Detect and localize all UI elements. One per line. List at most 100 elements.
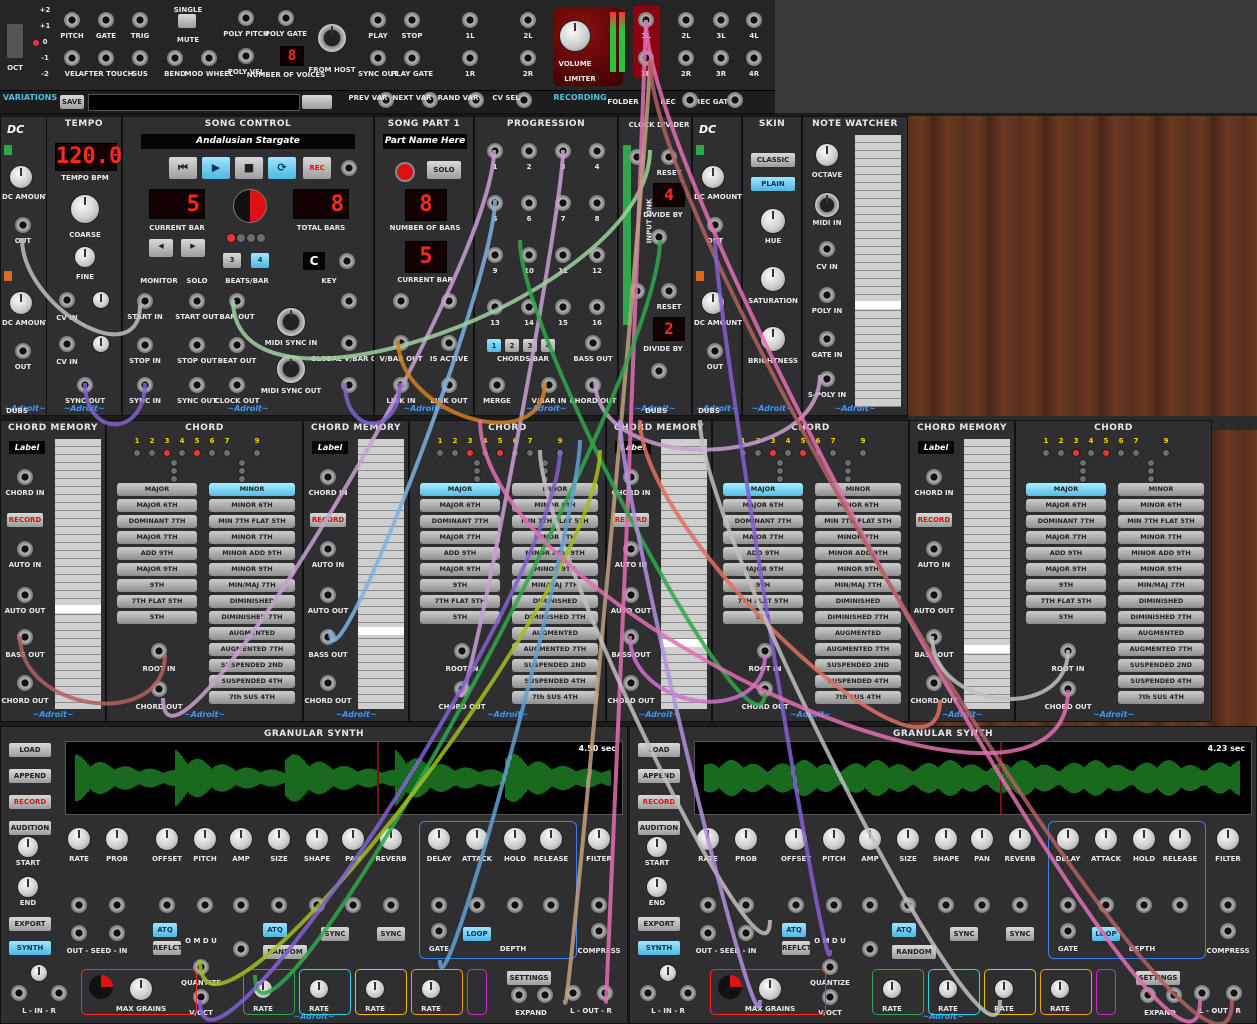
granular-size-cv-1[interactable] <box>271 897 287 913</box>
chord-btn-add-9th-4[interactable]: ADD 9TH <box>1026 547 1106 560</box>
jack-play[interactable] <box>370 12 386 28</box>
clock-out-jack-2[interactable] <box>651 363 667 379</box>
granular-prob-knob-1[interactable] <box>105 827 129 851</box>
dc-module-right-dc-knob-2[interactable] <box>701 291 725 315</box>
memory-auto-out-3[interactable] <box>623 587 639 603</box>
chords-per-bar-1[interactable]: 1 <box>487 339 501 352</box>
granular-shape-knob-1[interactable] <box>305 827 329 851</box>
chord-btn-minor-add-9th-2[interactable]: MINOR ADD 9TH <box>512 547 598 560</box>
part-link-out-jack[interactable] <box>441 377 457 393</box>
granular-audition-button-2[interactable]: AUDITION <box>638 821 680 835</box>
chord-out-4[interactable] <box>1060 681 1076 697</box>
chord-btn-major-9th-3[interactable]: MAJOR 9TH <box>723 563 803 576</box>
granular-synth-button-2[interactable]: SYNTH <box>638 941 680 955</box>
granular-max-grains-knob-2[interactable] <box>758 977 782 1001</box>
song-global-vbar-out-jack[interactable] <box>341 377 357 393</box>
part-record-button[interactable] <box>395 162 415 182</box>
granular-in-level-knob-1[interactable] <box>30 964 48 982</box>
step-jack-8[interactable] <box>589 195 605 211</box>
granular-filter-knob-1[interactable] <box>587 827 611 851</box>
granular-max-grains-knob-1[interactable] <box>129 977 153 1001</box>
chord-btn-7th-flat-5th-4[interactable]: 7TH FLAT 5TH <box>1026 595 1106 608</box>
chord-btn-5th-2[interactable]: 5TH <box>420 611 500 624</box>
jack-mod-wheel[interactable] <box>201 50 217 66</box>
jack-out-3l[interactable] <box>713 12 729 28</box>
granular-rate-knob-0-2[interactable] <box>882 979 902 999</box>
chord-btn-minor-7th-3[interactable]: MINOR 7TH <box>815 531 901 544</box>
skin-plain-button[interactable]: PLAIN <box>751 177 795 191</box>
granular-sync-button-b-1[interactable]: SYNC <box>377 927 405 941</box>
chord-btn-5th-1[interactable]: 5TH <box>117 611 197 624</box>
granular-expand-jack-b-2[interactable] <box>1166 987 1182 1003</box>
chord-btn-minor-add-9th-3[interactable]: MINOR ADD 9TH <box>815 547 901 560</box>
chord-root-in-3[interactable] <box>757 643 773 659</box>
step-jack-4[interactable] <box>589 143 605 159</box>
monitor-button[interactable]: ◀ <box>149 239 173 257</box>
chord-btn-5th-3[interactable]: 5TH <box>723 611 803 624</box>
step-jack-11[interactable] <box>555 247 571 263</box>
song-jack-sync-out[interactable] <box>189 377 205 393</box>
granular-out-l-jack-2[interactable] <box>1194 985 1210 1001</box>
clock-in-jack-1[interactable] <box>629 149 645 165</box>
chord-btn-minor-6th-1[interactable]: MINOR 6TH <box>209 499 295 512</box>
song-jack-start-in[interactable] <box>137 293 153 309</box>
granular-in-r-jack-2[interactable] <box>680 985 696 1001</box>
dc-module-left-out-jack-1[interactable] <box>15 217 31 233</box>
chord-btn-min-7th-flat-5th-1[interactable]: MIN 7TH FLAT 5TH <box>209 515 295 528</box>
transport-loop-button[interactable]: ⟳ <box>268 157 296 179</box>
chord-btn-7th-sus-4th-2[interactable]: 7th SUS 4TH <box>512 691 598 704</box>
song-jack-clock-out[interactable] <box>229 377 245 393</box>
granular-rate-knob-2-1[interactable] <box>365 979 385 999</box>
dc-module-right-out-jack-2[interactable] <box>707 343 723 359</box>
granular-amp-cv-2[interactable] <box>862 897 878 913</box>
beats-b-button[interactable]: 4 <box>251 253 269 268</box>
clock-out-jack-1[interactable] <box>651 229 667 245</box>
chord-btn-suspended-4th-2[interactable]: SUSPENDED 4TH <box>512 675 598 688</box>
granular-size-cv-2[interactable] <box>900 897 916 913</box>
tempo-cv-jack-1[interactable] <box>59 292 75 308</box>
chord-btn-major-9th-1[interactable]: MAJOR 9TH <box>117 563 197 576</box>
jack-poly-vel[interactable] <box>238 48 254 64</box>
jack-poly-gate[interactable] <box>278 10 294 26</box>
granular-random-button-1[interactable]: RANDOM <box>263 945 307 959</box>
granular-amp-knob-1[interactable] <box>229 827 253 851</box>
chord-btn-suspended-4th-1[interactable]: SUSPENDED 4TH <box>209 675 295 688</box>
granular-random-jack-1[interactable] <box>233 941 249 957</box>
memory-auto-out-4[interactable] <box>926 587 942 603</box>
chord-btn-minor-6th-2[interactable]: MINOR 6TH <box>512 499 598 512</box>
chord-btn-minor-3[interactable]: MINOR <box>815 483 901 496</box>
dc-module-left-dc-knob-2[interactable] <box>9 291 33 315</box>
watcher-poly-in-jack[interactable] <box>819 287 835 303</box>
granular-expand-jack-a-2[interactable] <box>1140 987 1156 1003</box>
tempo-cv-jack-2[interactable] <box>59 336 75 352</box>
progression-chord-out-jack[interactable] <box>585 377 601 393</box>
tempo-cv-atten-1[interactable] <box>92 291 110 309</box>
memory-auto-in-3[interactable] <box>623 541 639 557</box>
chord-btn-minor-7th-1[interactable]: MINOR 7TH <box>209 531 295 544</box>
granular-pan-knob-1[interactable] <box>341 827 365 851</box>
granular-random-button-2[interactable]: RANDOM <box>892 945 936 959</box>
memory-auto-in-4[interactable] <box>926 541 942 557</box>
granular-seed-in-jack-2[interactable] <box>738 925 754 941</box>
chord-btn-min-maj-7th-1[interactable]: MIN/MAJ 7TH <box>209 579 295 592</box>
jack-after-touch[interactable] <box>98 50 114 66</box>
song-jack-beat-out[interactable] <box>229 337 245 353</box>
step-jack-13[interactable] <box>487 299 503 315</box>
chord-btn-suspended-2nd-4[interactable]: SUSPENDED 2ND <box>1118 659 1204 672</box>
chord-btn-minor-9th-1[interactable]: MINOR 9TH <box>209 563 295 576</box>
chord-btn-minor-6th-3[interactable]: MINOR 6TH <box>815 499 901 512</box>
jack-bend[interactable] <box>167 50 183 66</box>
chord-btn-7th-flat-5th-2[interactable]: 7TH FLAT 5TH <box>420 595 500 608</box>
chord-btn-major-6th-4[interactable]: MAJOR 6TH <box>1026 499 1106 512</box>
volume-knob[interactable] <box>559 20 591 52</box>
chord-btn-minor-1[interactable]: MINOR <box>209 483 295 496</box>
step-jack-10[interactable] <box>521 247 537 263</box>
chord-btn-suspended-2nd-1[interactable]: SUSPENDED 2ND <box>209 659 295 672</box>
jack-out-2r[interactable] <box>678 50 694 66</box>
saturation-knob[interactable] <box>760 266 786 292</box>
chord-btn-7th-flat-5th-3[interactable]: 7TH FLAT 5TH <box>723 595 803 608</box>
song-rec-button[interactable]: REC <box>303 157 331 179</box>
granular-prob-cv-2[interactable] <box>738 897 754 913</box>
variation-nav[interactable] <box>302 95 332 109</box>
granular-expand-jack-b-1[interactable] <box>537 987 553 1003</box>
